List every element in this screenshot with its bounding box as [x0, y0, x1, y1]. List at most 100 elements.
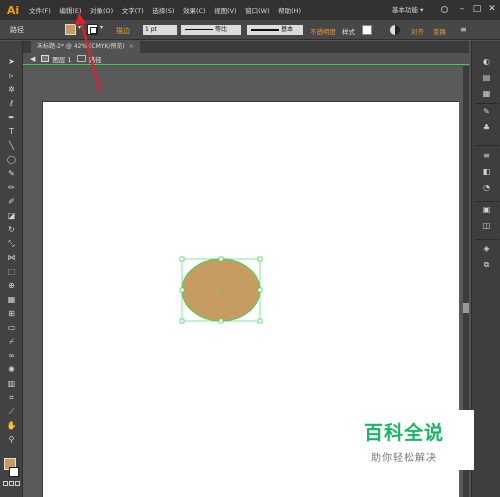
graphic-style-swatch[interactable]: [362, 25, 372, 35]
chevron-down-icon[interactable]: ▾: [100, 24, 103, 31]
direct-selection-tool-icon[interactable]: ▹: [6, 71, 17, 81]
dock-divider: [475, 201, 498, 202]
column-graph-tool-icon[interactable]: ▥: [6, 379, 17, 389]
handle-bottom-right: [257, 318, 263, 324]
close-icon[interactable]: ✕: [486, 3, 498, 15]
ellipse-tool-icon[interactable]: ◯: [6, 155, 17, 165]
maximize-icon[interactable]: □: [471, 3, 483, 15]
close-tab-icon[interactable]: ×: [129, 43, 134, 50]
blend-tool-icon[interactable]: ∞: [6, 351, 17, 361]
stroke-color-swatch[interactable]: [87, 24, 98, 35]
stroke-label-link[interactable]: 描边: [116, 26, 130, 36]
color-mode-buttons: [2, 481, 21, 489]
rotate-tool-icon[interactable]: ↻: [6, 225, 17, 235]
eyedropper-tool-icon[interactable]: ⌿: [6, 337, 17, 347]
color-guide-icon[interactable]: ▤: [481, 73, 492, 83]
symbol-sprayer-tool-icon[interactable]: ✺: [6, 365, 17, 375]
line-tool-icon[interactable]: ╲: [6, 141, 17, 151]
breadcrumb-layer[interactable]: 图层 1: [52, 54, 71, 64]
menu-edit[interactable]: 编辑(E): [59, 5, 81, 15]
profile-label: 等比: [215, 26, 228, 33]
variable-width-profile-select[interactable]: 等比: [181, 25, 241, 35]
layers-panel-icon[interactable]: ◈: [481, 244, 492, 254]
app-logo: Ai: [6, 3, 20, 17]
perspective-grid-tool-icon[interactable]: ▦: [6, 295, 17, 305]
eraser-tool-icon[interactable]: ◪: [6, 211, 17, 221]
stroke-weight-field[interactable]: 1 pt: [143, 25, 177, 35]
scale-tool-icon[interactable]: ⤡: [6, 239, 17, 249]
pen-tool-icon[interactable]: ✒: [6, 113, 17, 123]
stroke-color-box[interactable]: [9, 467, 19, 477]
free-transform-tool-icon[interactable]: ⬚: [6, 267, 17, 277]
gradient-mode-icon[interactable]: [8, 481, 14, 486]
control-bar: 路径 ▾ ▾ 描边 1 pt 等比 基本 不透明度 样式 对齐 变换 ≡: [0, 20, 500, 40]
handle-middle-left: [179, 287, 185, 293]
artboards-panel-icon[interactable]: ⧉: [481, 260, 492, 270]
color-mode-icon[interactable]: [2, 481, 8, 486]
transparency-panel-icon[interactable]: ◔: [481, 183, 492, 193]
menu-select[interactable]: 选择(S): [152, 5, 174, 15]
menu-file[interactable]: 文件(F): [29, 5, 51, 15]
handle-bottom-left: [179, 318, 185, 324]
selection-tool-icon[interactable]: ➤: [6, 57, 17, 67]
scrollbar-thumb[interactable]: [463, 303, 469, 313]
tools-panel: ➤ ▹ ✲ ℓ ✒ T ╲ ◯ ✎ ✏ ✐ ◪ ↻ ⤡ ⋈ ⬚ ⊕ ▦ ⊞ ▭ …: [0, 41, 23, 497]
hand-tool-icon[interactable]: ✋: [6, 421, 17, 431]
stroke-panel-icon[interactable]: ≡: [481, 151, 492, 161]
pencil-tool-icon[interactable]: ✏: [6, 183, 17, 193]
back-arrow-icon[interactable]: ◀: [30, 55, 35, 63]
transform-link[interactable]: 变换: [433, 26, 446, 36]
brush-definition-select[interactable]: 基本: [247, 25, 303, 35]
swatches-panel-icon[interactable]: ▦: [481, 89, 492, 99]
brush-line: [251, 29, 279, 31]
paintbrush-tool-icon[interactable]: ✎: [6, 169, 17, 179]
handle-top-right: [257, 256, 263, 262]
width-tool-icon[interactable]: ⋈: [6, 253, 17, 263]
brushes-panel-icon[interactable]: ✎: [481, 107, 492, 117]
chevron-down-icon[interactable]: ▾: [78, 24, 81, 31]
slice-tool-icon[interactable]: ⟋: [6, 407, 17, 417]
style-label: 样式: [342, 28, 355, 36]
dock-divider: [475, 145, 498, 146]
breadcrumb-path[interactable]: 路径: [89, 54, 102, 64]
menu-view[interactable]: 视图(V): [214, 5, 237, 15]
handle-top-center: [218, 256, 224, 262]
appearance-panel-icon[interactable]: ▣: [481, 205, 492, 215]
align-link[interactable]: 对齐: [411, 26, 424, 36]
graphic-styles-panel-icon[interactable]: ◫: [481, 221, 492, 231]
search-icon[interactable]: [441, 6, 448, 13]
handle-bottom-center: [218, 318, 224, 324]
gradient-panel-icon[interactable]: ◧: [481, 167, 492, 177]
center-point: [219, 288, 223, 292]
document-tab[interactable]: 未标题-2* @ 42% (CMYK/预览) ×: [31, 41, 140, 53]
color-panel-icon[interactable]: ◐: [481, 57, 492, 67]
lasso-tool-icon[interactable]: ℓ: [6, 99, 17, 109]
path-icon: [76, 55, 86, 62]
recolor-artwork-icon[interactable]: [390, 25, 400, 35]
artboard-tool-icon[interactable]: ⌗: [6, 393, 17, 403]
opacity-link[interactable]: 不透明度: [310, 26, 336, 36]
menu-effect[interactable]: 效果(C): [183, 5, 206, 15]
blob-brush-tool-icon[interactable]: ✐: [6, 197, 17, 207]
symbols-panel-icon[interactable]: ♣: [481, 123, 492, 133]
menu-window[interactable]: 窗口(W): [245, 5, 270, 15]
menu-type[interactable]: 文字(T): [122, 5, 144, 15]
menu-help[interactable]: 帮助(H): [278, 5, 301, 15]
workspace-switcher[interactable]: 基本功能 ▾: [392, 4, 423, 14]
shape-builder-tool-icon[interactable]: ⊕: [6, 281, 17, 291]
minimize-icon[interactable]: –: [456, 3, 468, 15]
watermark-subtitle: 助你轻松解决: [371, 453, 437, 464]
fill-color-swatch[interactable]: [65, 24, 76, 35]
menu-bar: Ai 文件(F) 编辑(E) 对象(O) 文字(T) 选择(S) 效果(C) 视…: [0, 0, 500, 20]
magic-wand-tool-icon[interactable]: ✲: [6, 85, 17, 95]
stroke-weight-value: 1 pt: [145, 26, 157, 33]
mesh-tool-icon[interactable]: ⊞: [6, 309, 17, 319]
zoom-tool-icon[interactable]: ⚲: [6, 435, 17, 445]
more-options-icon[interactable]: ≡: [460, 25, 470, 35]
none-mode-icon[interactable]: [15, 481, 21, 486]
type-tool-icon[interactable]: T: [6, 127, 17, 137]
handle-top-left: [179, 256, 185, 262]
gradient-tool-icon[interactable]: ▭: [6, 323, 17, 333]
profile-line: [185, 29, 213, 30]
menu-object[interactable]: 对象(O): [90, 5, 113, 15]
